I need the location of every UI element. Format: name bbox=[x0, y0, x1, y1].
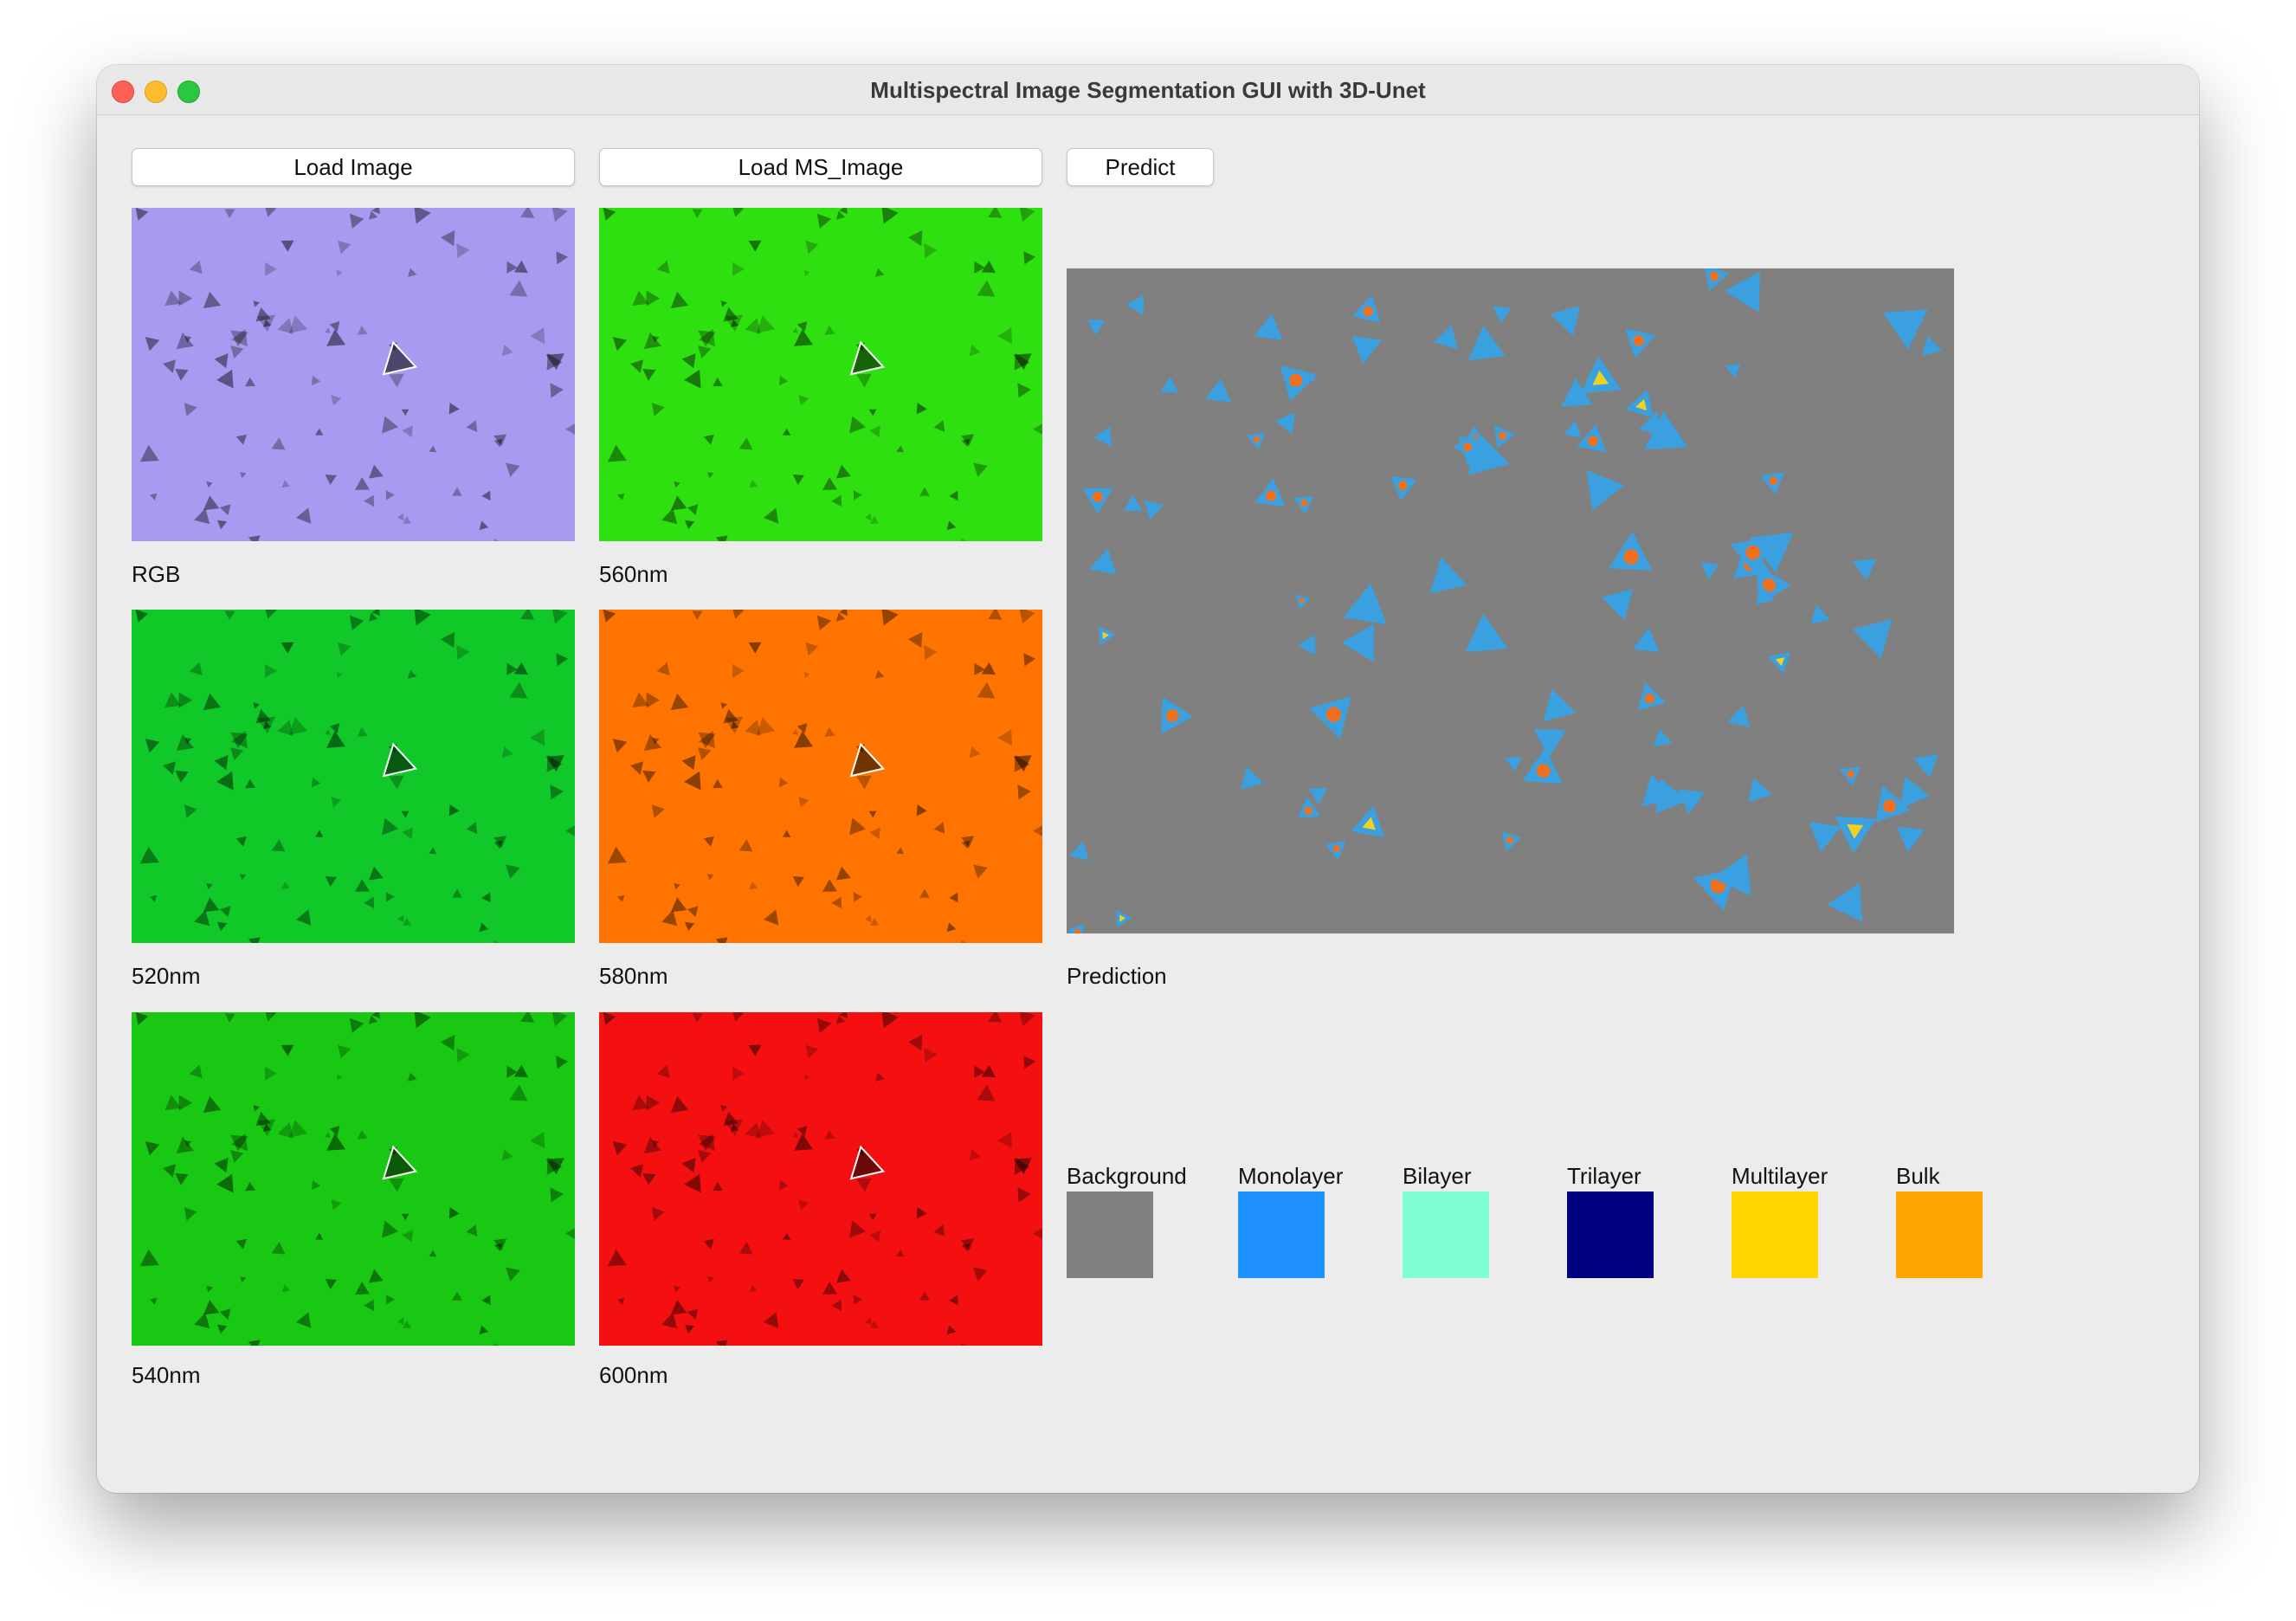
520nm-caption: 520nm bbox=[132, 963, 201, 989]
540nm-caption: 540nm bbox=[132, 1362, 201, 1388]
microscope-image bbox=[132, 208, 575, 541]
prediction-image-panel bbox=[1067, 268, 1954, 933]
microscope-image bbox=[132, 1012, 575, 1346]
560nm-image-panel bbox=[599, 208, 1042, 541]
legend-swatch-trilayer bbox=[1567, 1192, 1654, 1278]
microscope-image bbox=[599, 1012, 1042, 1346]
rgb-image-panel bbox=[132, 208, 575, 541]
600nm-caption: 600nm bbox=[599, 1362, 668, 1388]
legend-label-multilayer: Multilayer bbox=[1732, 1163, 1828, 1189]
540nm-image-panel bbox=[132, 1012, 575, 1346]
560nm-caption: 560nm bbox=[599, 561, 668, 587]
microscope-image bbox=[599, 610, 1042, 943]
580nm-image-panel bbox=[599, 610, 1042, 943]
app-window: Multispectral Image Segmentation GUI wit… bbox=[97, 65, 2199, 1493]
legend-label-bulk: Bulk bbox=[1896, 1163, 1940, 1189]
legend-swatch-background bbox=[1067, 1192, 1153, 1278]
microscope-image bbox=[132, 610, 575, 943]
title-bar: Multispectral Image Segmentation GUI wit… bbox=[97, 65, 2199, 115]
load-image-button[interactable]: Load Image bbox=[132, 148, 575, 186]
microscope-image bbox=[599, 208, 1042, 541]
predict-button[interactable]: Predict bbox=[1067, 148, 1214, 186]
prediction-caption: Prediction bbox=[1067, 963, 1167, 989]
legend-label-bilayer: Bilayer bbox=[1403, 1163, 1472, 1189]
legend-label-background: Background bbox=[1067, 1163, 1187, 1189]
segmentation-map bbox=[1067, 268, 1954, 933]
580nm-caption: 580nm bbox=[599, 963, 668, 989]
legend-swatch-bulk bbox=[1896, 1192, 1983, 1278]
rgb-caption: RGB bbox=[132, 561, 181, 587]
legend-label-trilayer: Trilayer bbox=[1567, 1163, 1641, 1189]
520nm-image-panel bbox=[132, 610, 575, 943]
legend-swatch-multilayer bbox=[1732, 1192, 1818, 1278]
legend-swatch-monolayer bbox=[1238, 1192, 1325, 1278]
legend-swatch-bilayer bbox=[1403, 1192, 1489, 1278]
window-title: Multispectral Image Segmentation GUI wit… bbox=[870, 77, 1426, 103]
600nm-image-panel bbox=[599, 1012, 1042, 1346]
legend-label-monolayer: Monolayer bbox=[1238, 1163, 1344, 1189]
load-ms-image-button[interactable]: Load MS_Image bbox=[599, 148, 1042, 186]
